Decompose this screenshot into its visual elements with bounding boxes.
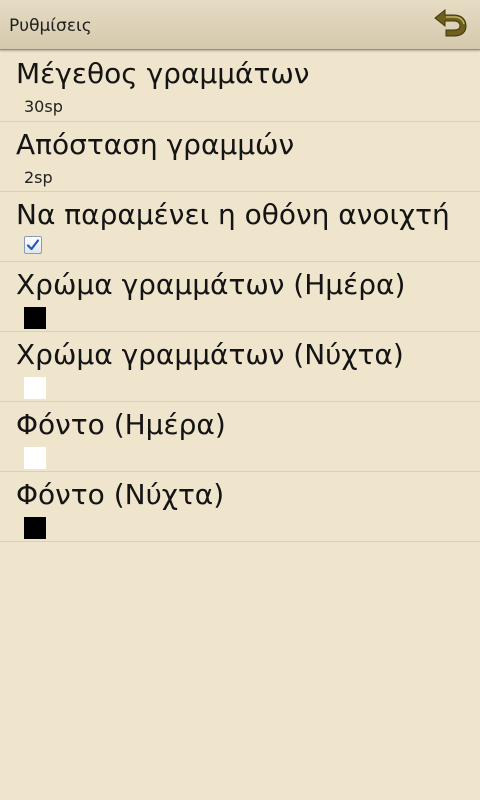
pref-title: Χρώμα γραμμάτων (Νύχτα) [16,338,404,371]
checkmark-icon [26,239,40,251]
pref-title: Φόντο (Νύχτα) [16,478,225,511]
pref-summary: 30sp [24,97,63,116]
color-swatch [24,517,46,539]
pref-background-day[interactable]: Φόντο (Ημέρα) [0,402,480,472]
preferences-list: Μέγεθος γραμμάτων 30sp Απόσταση γραμμών … [0,51,480,542]
pref-title: Φόντο (Ημέρα) [16,408,226,441]
pref-text-color-day[interactable]: Χρώμα γραμμάτων (Ημέρα) [0,262,480,332]
pref-keep-screen-on[interactable]: Να παραμένει η οθόνη ανοιχτή [0,192,480,262]
pref-summary: 2sp [24,168,53,187]
pref-line-spacing[interactable]: Απόσταση γραμμών 2sp [0,122,480,192]
color-swatch [24,447,46,469]
pref-title: Να παραμένει η οθόνη ανοιχτή [16,198,450,231]
keep-screen-on-checkbox[interactable] [24,236,42,254]
pref-title: Απόσταση γραμμών [16,128,295,161]
pref-font-size[interactable]: Μέγεθος γραμμάτων 30sp [0,51,480,122]
action-bar: Ρυθμίσεις [0,0,480,50]
pref-title: Χρώμα γραμμάτων (Ημέρα) [16,268,406,301]
back-button[interactable] [430,7,470,43]
color-swatch [24,377,46,399]
page-title: Ρυθμίσεις [9,16,92,36]
color-swatch [24,307,46,329]
pref-title: Μέγεθος γραμμάτων [16,57,310,90]
pref-background-night[interactable]: Φόντο (Νύχτα) [0,472,480,542]
undo-arrow-icon [432,8,468,42]
pref-text-color-night[interactable]: Χρώμα γραμμάτων (Νύχτα) [0,332,480,402]
